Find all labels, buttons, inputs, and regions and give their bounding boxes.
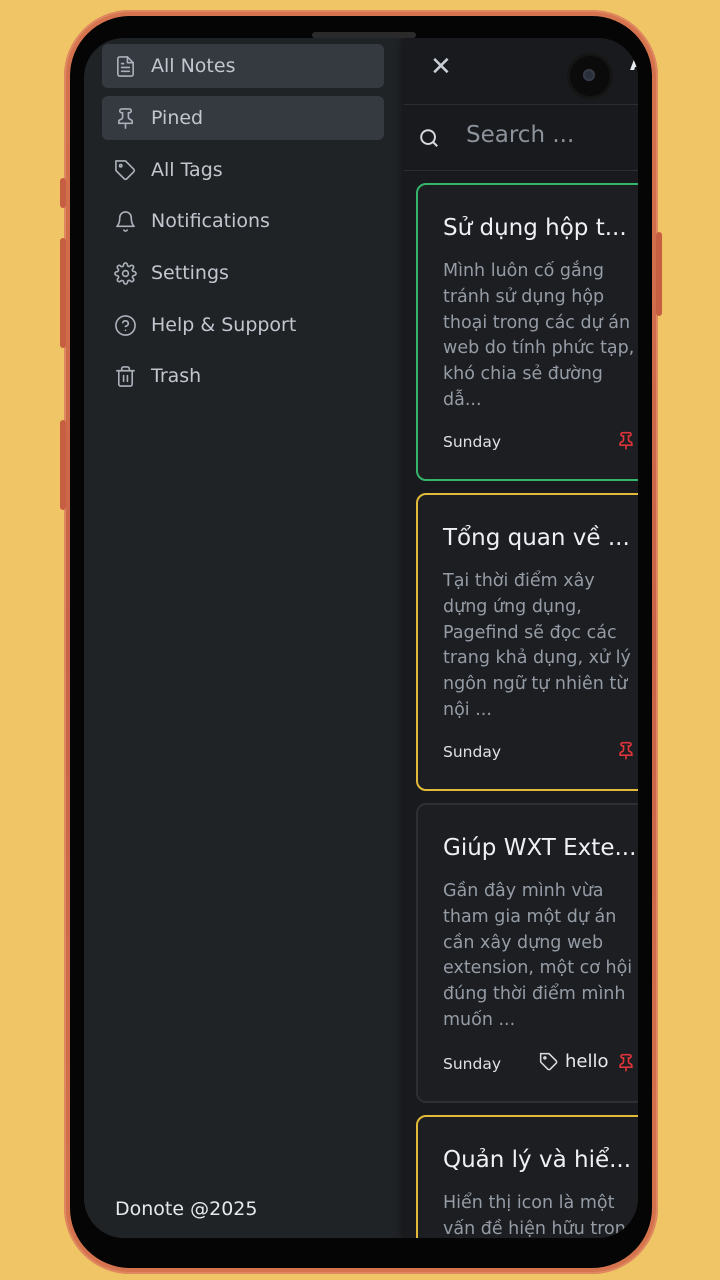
sidebar-item-label: Pined — [151, 107, 204, 129]
pin-icon[interactable] — [616, 431, 636, 455]
search-icon — [418, 127, 440, 153]
pin-icon[interactable] — [616, 741, 636, 765]
note-date: Sunday — [443, 743, 501, 761]
note-excerpt: Tại thời điểm xây dựng ứng dụng, Pagefin… — [443, 571, 631, 720]
sidebar-item-settings[interactable]: Settings — [102, 251, 384, 295]
tag-icon — [113, 158, 137, 182]
front-camera — [570, 56, 610, 96]
notes-panel: ✕ A Search ... Sử dụng hộp t... Mình luô… — [404, 38, 638, 1238]
tag-icon — [539, 1052, 558, 1070]
note-date: Sunday — [443, 1055, 501, 1073]
note-title: Tổng quan về ... — [443, 525, 630, 551]
trash-icon — [113, 364, 137, 388]
search-input[interactable]: Search ... — [466, 122, 574, 148]
sidebar-item-notifications[interactable]: Notifications — [102, 199, 384, 243]
phone-frame: All Notes Pined All Tags Notifications S… — [60, 10, 662, 1274]
app-screen: All Notes Pined All Tags Notifications S… — [84, 38, 638, 1238]
tag-label: hello — [565, 1051, 609, 1072]
sidebar-item-all-notes[interactable]: All Notes — [102, 44, 384, 88]
phone-button — [60, 420, 66, 510]
note-date: Sunday — [443, 433, 501, 451]
pin-icon — [113, 106, 137, 130]
help-circle-icon — [113, 313, 137, 337]
sidebar-item-label: Help & Support — [151, 314, 297, 336]
search-bar[interactable]: Search ... — [404, 104, 638, 171]
top-bar: ✕ A — [404, 38, 638, 105]
note-title: Giúp WXT Exte... — [443, 835, 637, 861]
note-excerpt: Mình luôn cố gắng tránh sử dụng hộp thoạ… — [443, 261, 635, 410]
footer-copyright: Donote @2025 — [115, 1198, 258, 1220]
note-card[interactable]: Sử dụng hộp t... Mình luôn cố gắng tránh… — [416, 183, 638, 481]
sidebar-item-label: Trash — [151, 365, 202, 387]
sidebar-item-label: All Tags — [151, 159, 223, 181]
phone-button — [656, 232, 662, 316]
avatar[interactable]: A — [630, 51, 638, 75]
sidebar: All Notes Pined All Tags Notifications S… — [84, 38, 404, 1238]
speaker-grille — [312, 32, 416, 38]
note-title: Quản lý và hiể... — [443, 1147, 632, 1173]
note-excerpt: Gần đây mình vừa tham gia một dự án cần … — [443, 881, 633, 1030]
note-card[interactable]: Quản lý và hiể... Hiển thị icon là một v… — [416, 1115, 638, 1238]
phone-bezel: All Notes Pined All Tags Notifications S… — [70, 16, 652, 1268]
note-tag[interactable]: hello — [539, 1051, 609, 1072]
gear-icon — [113, 261, 137, 285]
sidebar-item-label: Settings — [151, 262, 229, 284]
note-excerpt: Hiển thị icon là một vấn đề hiện hữu tro… — [443, 1193, 637, 1238]
bell-icon — [113, 209, 137, 233]
pin-icon[interactable] — [616, 1053, 636, 1077]
sidebar-item-trash[interactable]: Trash — [102, 354, 384, 398]
close-icon[interactable]: ✕ — [430, 52, 452, 82]
file-text-icon — [113, 54, 137, 78]
sidebar-item-help-support[interactable]: Help & Support — [102, 303, 384, 347]
phone-button — [60, 238, 66, 348]
sidebar-item-label: All Notes — [151, 55, 236, 77]
note-card[interactable]: Tổng quan về ... Tại thời điểm xây dựng … — [416, 493, 638, 791]
note-title: Sử dụng hộp t... — [443, 215, 627, 241]
sidebar-item-all-tags[interactable]: All Tags — [102, 148, 384, 192]
sidebar-item-pined[interactable]: Pined — [102, 96, 384, 140]
note-card[interactable]: Giúp WXT Exte... Gần đây mình vừa tham g… — [416, 803, 638, 1103]
sidebar-item-label: Notifications — [151, 210, 270, 232]
phone-button — [60, 178, 66, 208]
